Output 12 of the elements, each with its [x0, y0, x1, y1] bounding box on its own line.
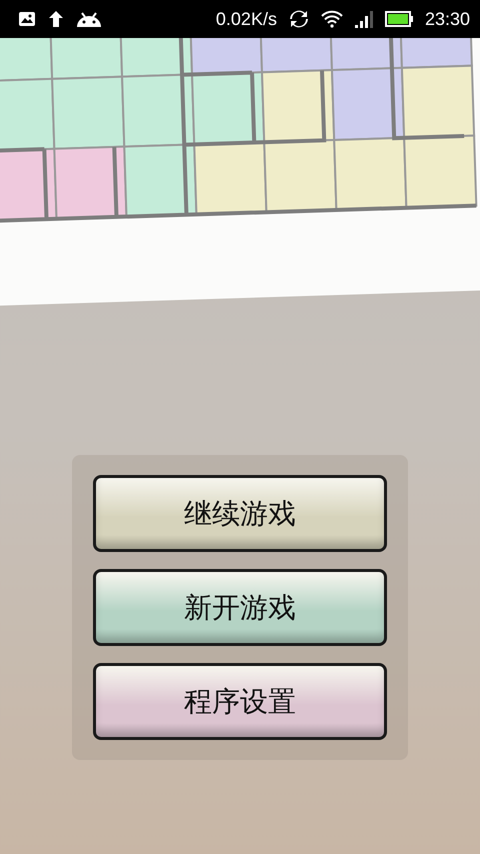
- battery-icon: [384, 11, 413, 27]
- clock: 23:30: [424, 8, 470, 30]
- upload-icon: [48, 10, 64, 28]
- network-speed: 0.02K/s: [216, 8, 277, 30]
- android-icon: [76, 10, 102, 28]
- signal-icon: [354, 10, 373, 28]
- menu-button[interactable]: 继续游戏: [93, 475, 387, 552]
- image-icon: [18, 11, 36, 27]
- menu-button[interactable]: 程序设置: [93, 663, 387, 740]
- sync-icon: [288, 10, 309, 28]
- wifi-icon: [320, 10, 343, 28]
- menu-button[interactable]: 新开游戏: [93, 569, 387, 646]
